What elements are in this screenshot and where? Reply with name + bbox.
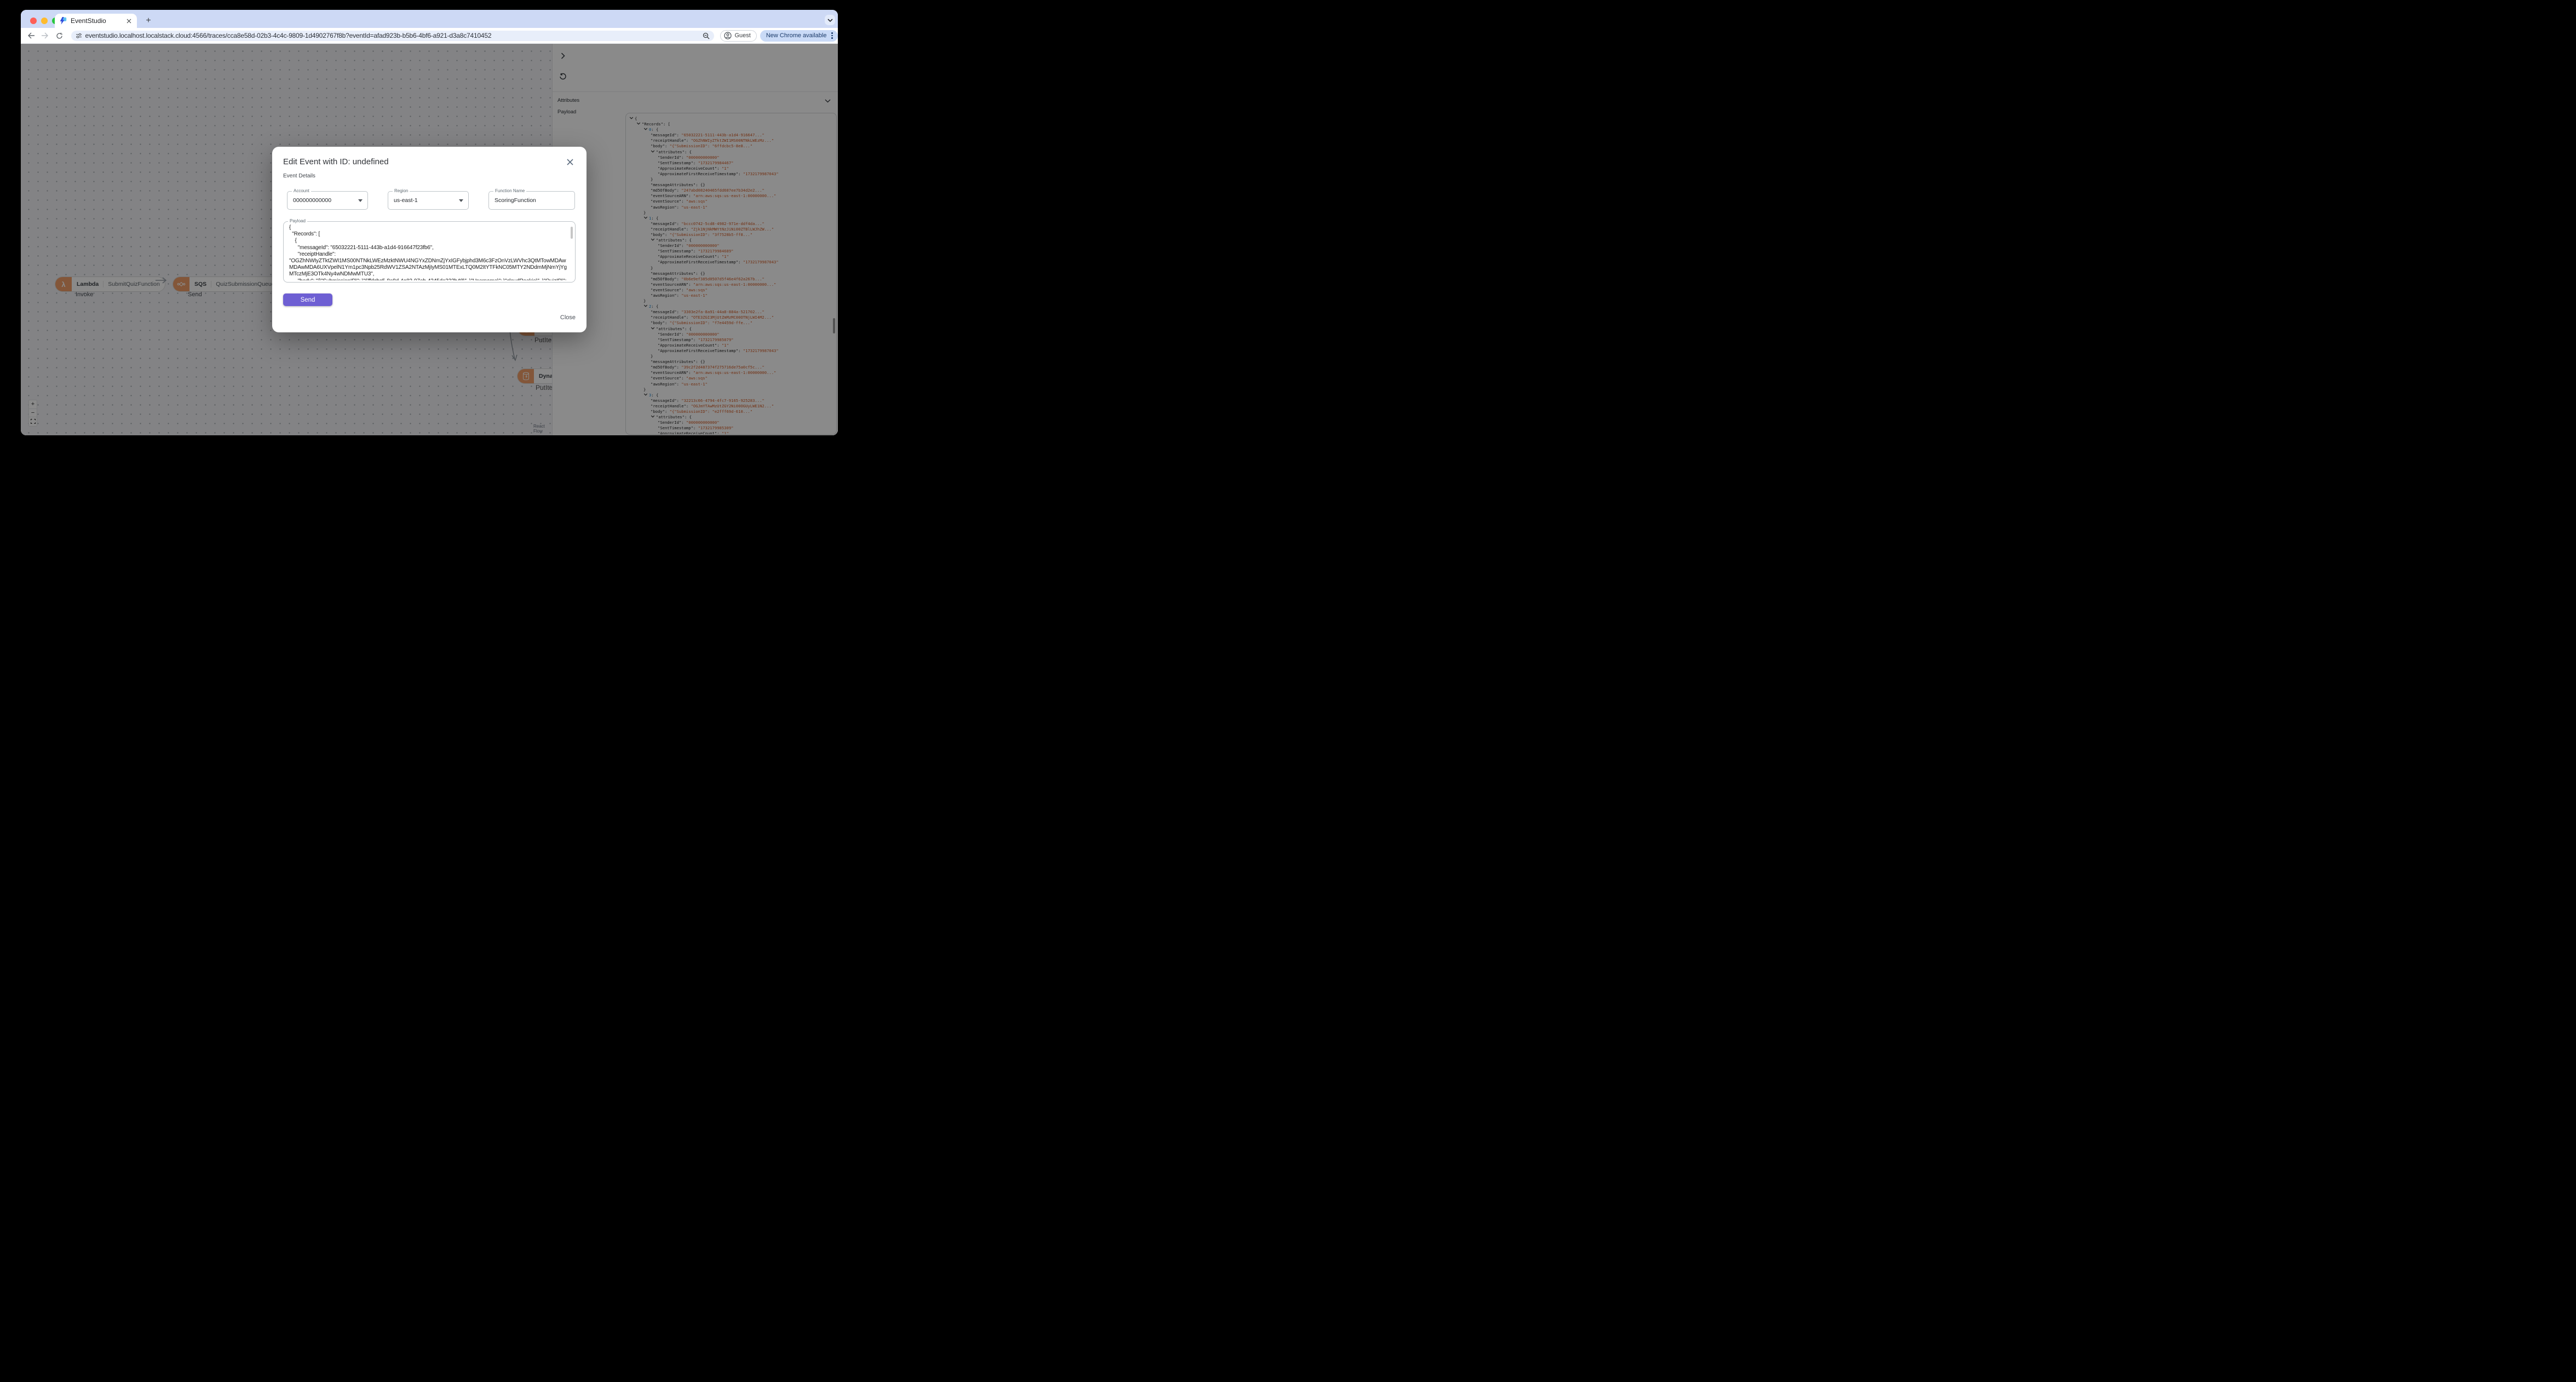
favicon-eventstudio [59,17,67,25]
person-icon [724,32,732,39]
function-name-field[interactable]: Function Name ScoringFunction [488,188,575,210]
account-select[interactable]: Account 000000000000 [287,188,368,210]
browser-toolbar: eventstudio.localhost.localstack.cloud:4… [21,28,838,44]
tab-eventstudio[interactable]: EventStudio [55,14,137,28]
url-text: eventstudio.localhost.localstack.cloud:4… [85,32,492,39]
payload-scrollbar-thumb[interactable] [571,227,573,239]
payload-label: Payload [288,218,307,223]
profile-label: Guest [734,32,751,39]
update-label: New Chrome available [766,32,827,39]
payload-text[interactable]: { "Records": [ { "messageId": "65032221-… [289,224,567,280]
tab-close-icon[interactable] [125,17,133,25]
tab-list-chevron-button[interactable] [825,15,835,25]
screen: EventStudio + eventstudio.localhost.loca… [0,0,859,460]
modal-close-icon[interactable] [566,158,574,166]
site-info-icon[interactable] [76,32,82,39]
event-details-label: Event Details [283,173,315,179]
account-value: 000000000000 [293,197,332,204]
reload-button[interactable] [54,30,65,42]
profile-chip[interactable]: Guest [720,30,757,42]
browser-window: EventStudio + eventstudio.localhost.loca… [21,10,838,435]
function-name-value: ScoringFunction [495,197,536,204]
chrome-update-button[interactable]: New Chrome available [760,30,838,42]
new-tab-button[interactable]: + [142,15,154,27]
edit-event-modal: Edit Event with ID: undefined Event Deta… [272,147,586,332]
close-button[interactable]: Close [560,314,576,321]
url-bar[interactable]: eventstudio.localhost.localstack.cloud:4… [71,30,715,41]
forward-button[interactable] [39,30,50,42]
region-select[interactable]: Region us-east-1 [388,188,469,210]
close-window-button[interactable] [30,18,37,24]
send-button[interactable]: Send [283,293,332,306]
modal-title: Edit Event with ID: undefined [283,157,389,166]
region-value: us-east-1 [394,197,418,204]
dropdown-caret-icon [459,199,463,202]
dropdown-caret-icon [358,199,363,202]
tab-title: EventStudio [71,17,106,25]
minimize-window-button[interactable] [41,18,48,24]
kebab-menu-icon[interactable] [830,31,834,40]
tab-strip: EventStudio + [21,10,838,28]
zoom-page-icon[interactable] [703,32,710,39]
back-button[interactable] [25,30,37,42]
payload-editor[interactable]: Payload { "Records": [ { "messageId": "6… [283,218,576,283]
